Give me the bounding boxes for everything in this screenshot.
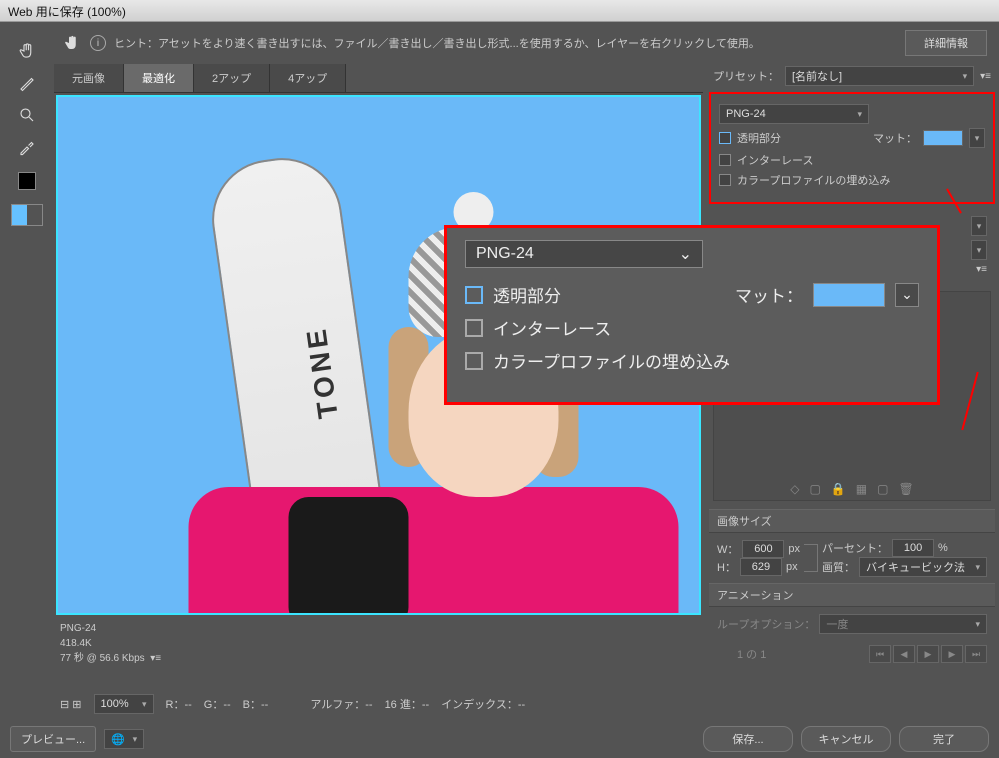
eyedropper-tool-icon[interactable] — [14, 134, 40, 160]
content-row: 元画像 最適化 2アップ 4アップ TONE — [54, 64, 995, 754]
status-g: G：-- — [204, 696, 231, 712]
matte-swatch[interactable] — [923, 130, 963, 146]
link-dimensions-icon[interactable] — [804, 544, 818, 572]
callout-interlaced-label: インターレース — [493, 315, 611, 340]
loop-label: ループオプション： — [717, 616, 815, 632]
quality-label: 画質： — [822, 559, 855, 575]
slice-tool-icon[interactable] — [14, 70, 40, 96]
foreground-color-swatch[interactable] — [18, 172, 36, 190]
callout-embed-label: カラープロファイルの埋め込み — [493, 348, 730, 373]
hand-icon — [62, 33, 82, 53]
interlaced-checkbox[interactable] — [719, 154, 731, 166]
browser-select[interactable]: 🌐▾ — [104, 729, 144, 749]
ct-grid-icon[interactable]: ▦ — [856, 482, 867, 496]
callout-transparency-label: 透明部分 — [493, 282, 561, 307]
preview-frame: TONE PNG-24 418.4K 77 秒 @ 56.6 Kbps ▾≡ — [54, 93, 703, 754]
preview-column: 元画像 最適化 2アップ 4アップ TONE — [54, 64, 703, 754]
next-frame-button: ▶ — [941, 645, 963, 663]
h-label: H： — [717, 559, 736, 575]
ct-lock-icon[interactable]: 🔒 — [831, 482, 846, 496]
play-button: ▶ — [917, 645, 939, 663]
callout-embed-checkbox[interactable] — [465, 352, 483, 370]
ct-diamond-icon[interactable]: ◇ — [790, 482, 799, 496]
tab-optimized[interactable]: 最適化 — [124, 64, 194, 92]
zoom-tool-icon[interactable] — [14, 102, 40, 128]
callout-matte-label: マット： — [735, 282, 803, 307]
percent-input[interactable] — [892, 539, 934, 557]
matte-select[interactable]: ▾ — [969, 128, 985, 148]
info-icon: i — [90, 35, 106, 51]
collapse-icon[interactable]: ⊟ ⊞ — [60, 698, 82, 711]
status-bar: ⊟ ⊞ 100%▾ R：-- G：-- B：-- アルファ：-- 16 進：--… — [52, 690, 703, 718]
w-label: W： — [717, 541, 738, 557]
embed-profile-checkbox[interactable] — [719, 174, 731, 186]
preset-row: プリセット： [名前なし]▾ ▾≡ — [709, 64, 995, 88]
animation-header: アニメーション — [709, 583, 995, 607]
color-table-toolbar: ◇ ▢ 🔒 ▦ ▢ 🗑 — [790, 482, 913, 496]
cancel-button[interactable]: キャンセル — [801, 726, 891, 752]
hint-text: ヒント：アセットをより速く書き出すには、ファイル／書き出し／書き出し形式...を… — [114, 35, 760, 51]
hint-bar: i ヒント：アセットをより速く書き出すには、ファイル／書き出し／書き出し形式..… — [54, 26, 995, 60]
first-frame-button: ⏮ — [869, 645, 891, 663]
tab-4up[interactable]: 4アップ — [270, 64, 346, 92]
ct-trash-icon[interactable]: 🗑 — [898, 482, 913, 496]
transparency-checkbox[interactable] — [719, 132, 731, 144]
preset-select[interactable]: [名前なし]▾ — [785, 66, 974, 86]
settings-column: プリセット： [名前なし]▾ ▾≡ PNG-24▾ 透明部分 マット： ▾ — [709, 64, 995, 754]
status-b: B：-- — [243, 696, 269, 712]
percent-label: パーセント： — [822, 540, 888, 556]
footer: プレビュー... 🌐▾ 保存... キャンセル 完了 — [10, 726, 989, 752]
preview-button[interactable]: プレビュー... — [10, 726, 96, 752]
image-size-header: 画像サイズ — [709, 509, 995, 533]
tab-original[interactable]: 元画像 — [54, 64, 124, 92]
ct-new-icon[interactable]: ▢ — [877, 482, 888, 496]
left-toolbar — [4, 26, 50, 754]
flyout-menu-icon[interactable]: ▾≡ — [980, 71, 991, 82]
done-button[interactable]: 完了 — [899, 726, 989, 752]
preview-info: PNG-24 418.4K 77 秒 @ 56.6 Kbps ▾≡ — [56, 615, 701, 672]
info-size: 418.4K — [60, 636, 697, 651]
status-alpha: アルファ：-- — [310, 696, 372, 712]
embed-profile-label: カラープロファイルの埋め込み — [737, 172, 890, 188]
callout-format-select[interactable]: PNG-24⌄ — [465, 240, 703, 268]
hand-tool-icon[interactable] — [14, 38, 40, 64]
matte-label: マット： — [873, 130, 917, 146]
extra-select-1[interactable]: ▾ — [971, 216, 987, 236]
zoom-select[interactable]: 100%▾ — [94, 694, 154, 714]
height-input[interactable] — [740, 558, 782, 576]
toggle-swatch[interactable] — [11, 204, 43, 226]
callout-matte-select[interactable]: ⌄ — [895, 283, 919, 307]
prev-frame-button: ◀ — [893, 645, 915, 663]
details-button[interactable]: 詳細情報 — [905, 30, 987, 56]
animation-controls: 1 の 1 ⏮ ◀ ▶ ▶ ⏭ — [709, 641, 995, 667]
format-select[interactable]: PNG-24▾ — [719, 104, 869, 124]
magnified-callout: PNG-24⌄ 透明部分 マット： ⌄ インターレース カラープロファイルの埋め… — [444, 225, 940, 405]
preset-label: プリセット： — [713, 68, 779, 84]
format-settings-box: PNG-24▾ 透明部分 マット： ▾ インターレース — [709, 92, 995, 204]
color-table-menu-icon[interactable]: ▾≡ — [976, 264, 987, 275]
loop-select: 一度▾ — [819, 614, 987, 634]
info-format: PNG-24 — [60, 621, 697, 636]
callout-transparency-checkbox[interactable] — [465, 286, 483, 304]
status-hex: 16 進：-- — [385, 696, 430, 712]
ct-square-icon[interactable]: ▢ — [810, 482, 821, 496]
frame-info: 1 の 1 — [737, 646, 766, 662]
extra-select-2[interactable]: ▾ — [971, 240, 987, 260]
quality-select[interactable]: バイキュービック法▾ — [859, 557, 987, 577]
interlaced-label: インターレース — [737, 152, 813, 168]
status-index: インデックス：-- — [441, 696, 525, 712]
preview-tabs: 元画像 最適化 2アップ 4アップ — [54, 64, 703, 93]
info-time: 77 秒 @ 56.6 Kbps — [60, 653, 145, 664]
window-titlebar: Web 用に保存 (100%) — [0, 0, 999, 22]
status-r: R：-- — [166, 696, 192, 712]
callout-interlaced-checkbox[interactable] — [465, 319, 483, 337]
width-input[interactable] — [742, 540, 784, 558]
save-button[interactable]: 保存... — [703, 726, 793, 752]
callout-matte-swatch[interactable] — [813, 283, 885, 307]
transparency-label: 透明部分 — [737, 130, 781, 146]
last-frame-button: ⏭ — [965, 645, 987, 663]
tab-2up[interactable]: 2アップ — [194, 64, 270, 92]
